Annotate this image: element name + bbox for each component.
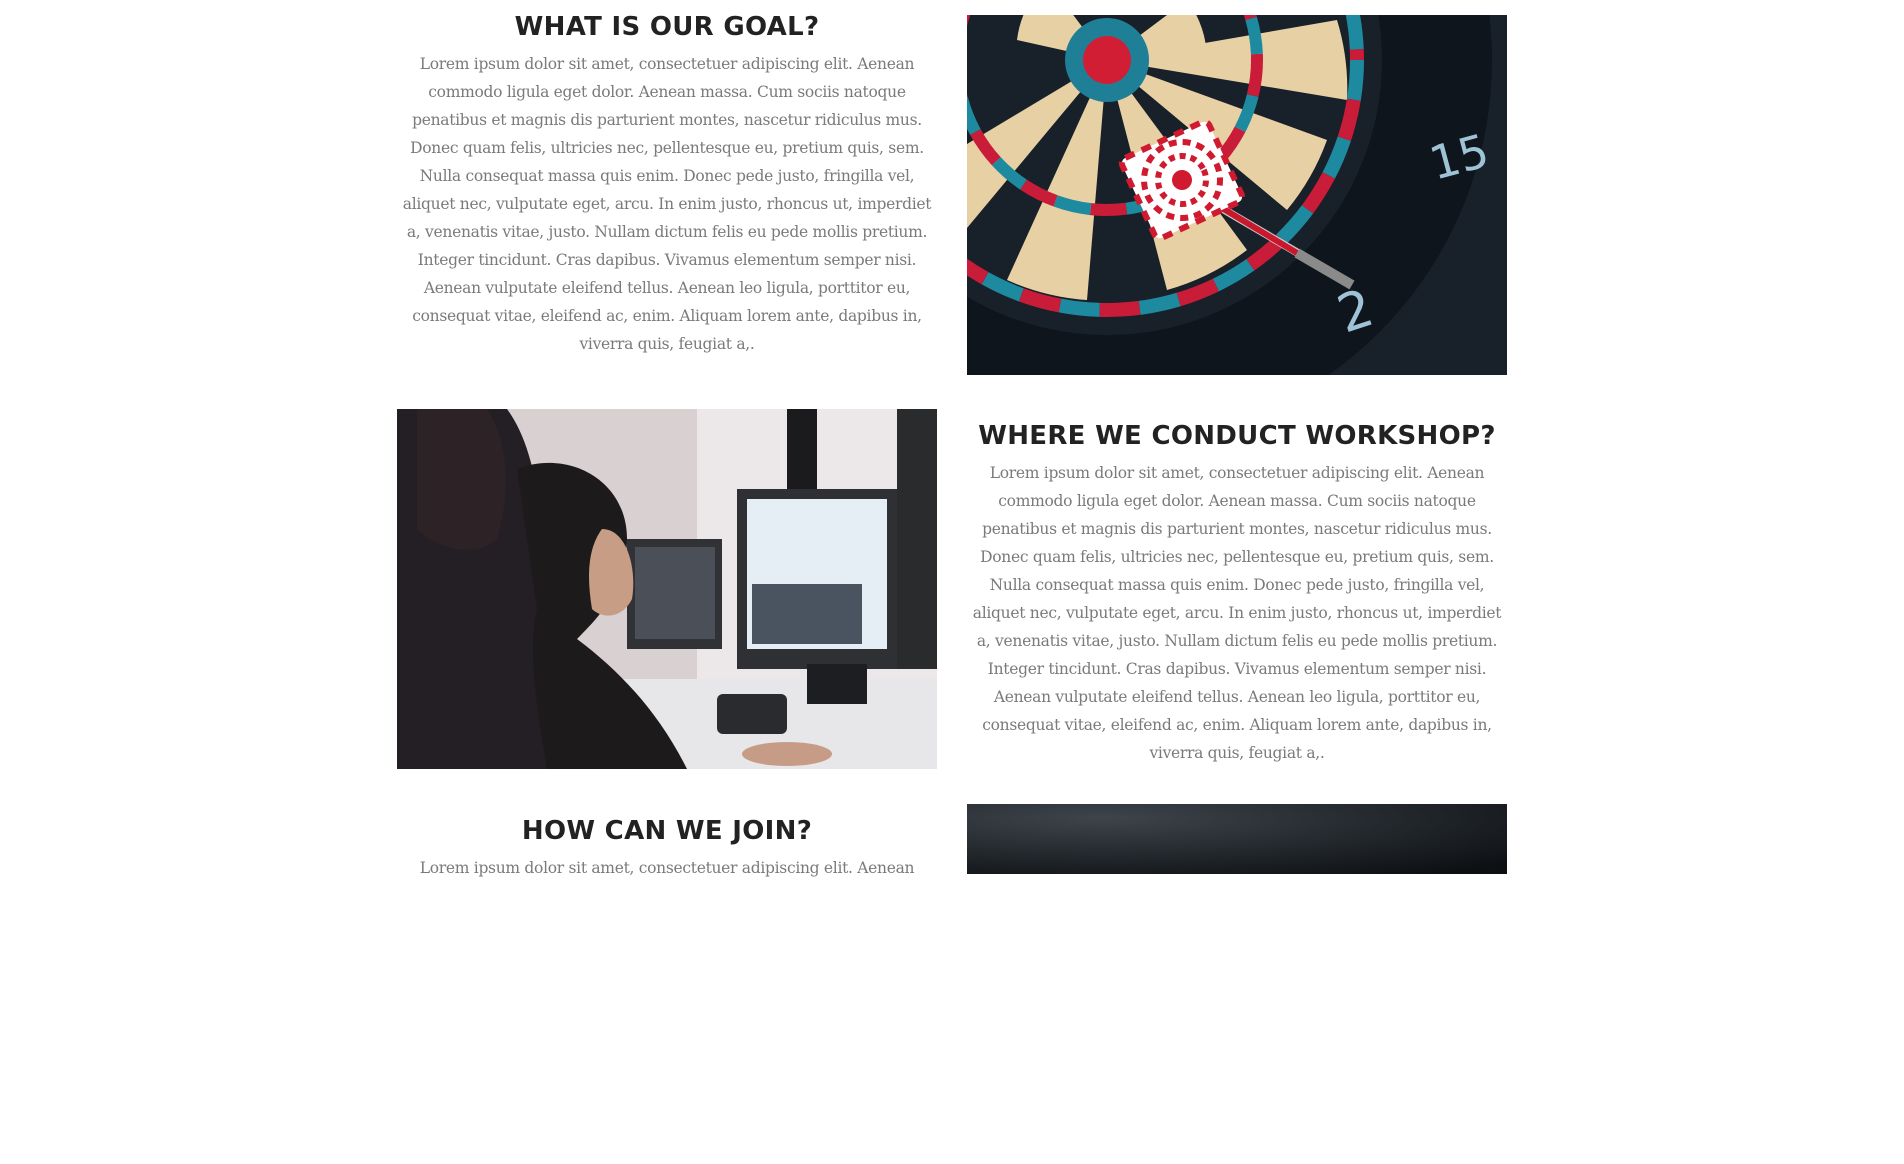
workshop-image: [397, 409, 937, 769]
join-heading: HOW CAN WE JOIN?: [521, 816, 813, 846]
goal-paragraph: Lorem ipsum dolor sit amet, consectetuer…: [402, 55, 932, 353]
workshop-paragraph: Lorem ipsum dolor sit amet, consectetuer…: [972, 464, 1502, 762]
workshop-text-column: WHERE WE CONDUCT WORKSHOP? Lorem ipsum d…: [967, 409, 1507, 769]
join-text-column: HOW CAN WE JOIN? Lorem ipsum dolor sit a…: [397, 804, 937, 1164]
workshop-heading: WHERE WE CONDUCT WORKSHOP?: [978, 421, 1496, 451]
workshop-row: WHERE WE CONDUCT WORKSHOP? Lorem ipsum d…: [397, 409, 1508, 769]
goal-row: WHAT IS OUR GOAL? Lorem ipsum dolor sit …: [397, 0, 1508, 375]
join-row: HOW CAN WE JOIN? Lorem ipsum dolor sit a…: [397, 804, 1508, 1164]
goal-heading: WHAT IS OUR GOAL?: [514, 12, 820, 42]
goal-text-column: WHAT IS OUR GOAL? Lorem ipsum dolor sit …: [397, 0, 937, 360]
join-paragraph: Lorem ipsum dolor sit amet, consectetuer…: [419, 859, 915, 877]
dartboard-image: 15 2: [967, 15, 1507, 375]
